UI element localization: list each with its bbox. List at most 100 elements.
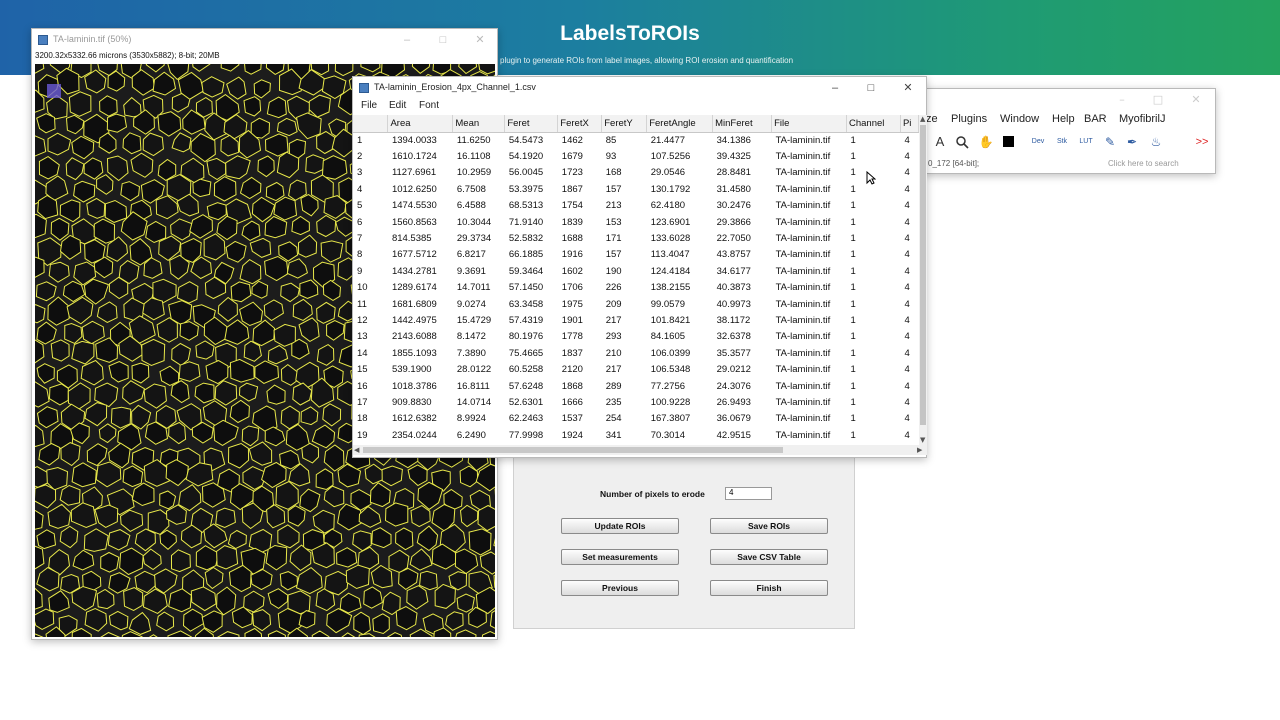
erode-label: Number of pixels to erode [600,489,705,499]
table-row[interactable]: 14 1855.1093 7.3890 75.4665 1837 210 106.0399 3… [353,345,919,361]
save-rois-button[interactable]: Save ROIs [710,518,828,534]
column-header[interactable]: Channel [846,115,901,133]
table-row[interactable]: 18 1612.6382 8.9924 62.2463 1537 254 167.3807 3… [353,411,919,427]
horizontal-scrollbar[interactable]: ◀ ▶ [353,445,927,455]
table-cell: 130.1792 [650,183,691,195]
table-row[interactable]: 19 2354.0244 6.2490 77.9998 1924 341 70.3014 42… [353,427,919,443]
scroll-right-icon[interactable]: ▶ [917,446,922,454]
search-field[interactable]: Click here to search [1108,159,1179,168]
table-row[interactable]: 11 1681.6809 9.0274 63.3458 1975 209 99.0579 40… [353,296,919,312]
scroll-down-icon[interactable]: ▼ [920,436,925,444]
table-row[interactable]: 5 1474.5530 6.4588 68.5313 1754 213 62.4180 30.… [353,198,919,214]
results-table: Area Mean Feret FeretX FeretY FeretAngle MinFe… [353,115,919,443]
menu-edit[interactable]: Edit [389,100,406,111]
table-cell: 1916 [561,249,583,261]
more-tools-icon[interactable]: >> [1192,133,1212,151]
table-row[interactable]: 10 1289.6174 14.7011 57.1450 1706 226 138.2155… [353,280,919,296]
menu-analyze[interactable]: ze [926,113,938,125]
table-cell: 14 [357,347,368,359]
previous-button[interactable]: Previous [561,580,679,596]
column-header[interactable]: Area [387,115,454,133]
table-cell: 1289.6174 [391,282,437,294]
minimize-icon[interactable]: – [1114,92,1130,108]
column-header[interactable]: FeretY [601,115,648,133]
finish-button[interactable]: Finish [710,580,828,596]
table-row[interactable]: 3 1127.6961 10.2959 56.0045 1723 168 29.0546 28… [353,165,919,181]
table-row[interactable]: 12 1442.4975 15.4729 57.4319 1901 217 101.8421… [353,312,919,328]
vertical-scrollbar[interactable]: ▲ ▼ [919,115,927,445]
erode-pixels-input[interactable]: 4 [725,487,772,500]
menu-window[interactable]: Window [1000,113,1039,125]
save-csv-button[interactable]: Save CSV Table [710,549,828,565]
table-cell: 8 [357,249,363,261]
scroll-thumb[interactable] [363,447,783,453]
lut-menu-icon[interactable]: LUT [1076,133,1096,151]
close-icon[interactable]: ✕ [1188,92,1204,108]
table-cell: 100.9228 [650,396,691,408]
minimize-icon[interactable]: – [399,32,415,48]
update-rois-button[interactable]: Update ROIs [561,518,679,534]
table-cell: 1867 [561,183,583,195]
table-row[interactable]: 4 1012.6250 6.7508 53.3975 1867 157 130.1792 31… [353,181,919,197]
maximize-icon[interactable]: □ [435,32,451,48]
flood-fill-tool-icon[interactable]: ♨ [1146,133,1166,151]
dev-menu-icon[interactable]: Dev [1028,133,1048,151]
menu-plugins[interactable]: Plugins [951,113,987,125]
image-window-titlebar[interactable]: TA-laminin.tif (50%) – □ ✕ [32,29,497,51]
maximize-icon[interactable]: □ [863,80,879,96]
hand-tool-icon[interactable]: ✋ [976,133,996,151]
set-measurements-button[interactable]: Set measurements [561,549,679,565]
scroll-left-icon[interactable]: ◀ [354,446,359,454]
table-cell: 40.9973 [716,298,751,310]
pencil-tool-icon[interactable]: ✎ [1100,133,1120,151]
table-cell: 4 [904,233,910,245]
table-cell: 1778 [561,331,583,343]
menu-help[interactable]: Help [1052,113,1075,125]
maximize-icon[interactable]: □ [1150,92,1166,108]
column-header[interactable]: FeretX [557,115,603,133]
column-header[interactable]: Mean [452,115,506,133]
table-row[interactable]: 7 814.5385 29.3734 52.5832 1688 171 133.6028 22… [353,230,919,246]
text-tool-icon[interactable]: A [930,133,950,151]
column-header[interactable]: Pi [900,115,919,133]
cell-roi-outline [50,339,70,362]
column-header[interactable] [353,115,389,133]
column-header[interactable]: File [771,115,847,133]
table-row[interactable]: 17 909.8830 14.0714 52.6301 1666 235 100.9228 2… [353,394,919,410]
table-row[interactable]: 6 1560.8563 10.3044 71.9140 1839 153 123.6901 2… [353,214,919,230]
table-row[interactable]: 13 2143.6088 8.1472 80.1976 1778 293 84.1605 32… [353,329,919,345]
table-cell: 9 [357,265,363,277]
table-row[interactable]: 15 539.1900 28.0122 60.5258 2120 217 106.5348 2… [353,361,919,377]
zoom-tool-icon[interactable] [952,133,972,151]
column-header[interactable]: MinFeret [712,115,773,133]
close-icon[interactable]: ✕ [900,80,916,96]
csv-window-titlebar[interactable]: TA-laminin_Erosion_4px_Channel_1.csv – □… [353,77,926,99]
results-table-container[interactable]: Area Mean Feret FeretX FeretY FeretAngle MinFe… [353,115,919,445]
column-header[interactable]: Feret [504,115,559,133]
table-cell: 11.6250 [456,134,491,146]
table-row[interactable]: 9 1434.2781 9.3691 59.3464 1602 190 124.4184 34… [353,263,919,279]
minimize-icon[interactable]: – [827,80,843,96]
table-cell: 1610.1724 [391,151,437,163]
table-row[interactable]: 2 1610.1724 16.1108 54.1920 1679 93 107.5256 39… [353,148,919,164]
table-cell: 1 [357,134,363,146]
menu-font[interactable]: Font [419,100,439,111]
table-row[interactable]: 8 1677.5712 6.8217 66.1885 1916 157 113.4047 43… [353,247,919,263]
table-cell: 909.8830 [391,396,432,408]
menu-bar[interactable]: BAR [1084,113,1107,125]
brush-tool-icon[interactable]: ✒ [1122,133,1142,151]
table-row[interactable]: 1 1394.0033 11.6250 54.5473 1462 85 21.4477 34.… [353,132,919,148]
column-header[interactable]: FeretAngle [646,115,714,133]
table-cell: 14.0714 [456,396,492,408]
table-cell: 28.8481 [716,167,751,179]
table-row[interactable]: 16 1018.3786 16.8111 57.6248 1868 289 77.2756 2… [353,378,919,394]
scroll-up-icon[interactable]: ▲ [920,115,925,123]
table-cell: 814.5385 [391,233,432,245]
color-picker-icon[interactable] [998,133,1018,151]
scroll-thumb[interactable] [920,125,926,425]
table-cell: 1 [850,282,856,294]
menu-file[interactable]: File [361,100,377,111]
close-icon[interactable]: ✕ [472,32,488,48]
menu-myofibrilj[interactable]: MyofibrilJ [1119,113,1165,125]
stk-menu-icon[interactable]: Stk [1052,133,1072,151]
